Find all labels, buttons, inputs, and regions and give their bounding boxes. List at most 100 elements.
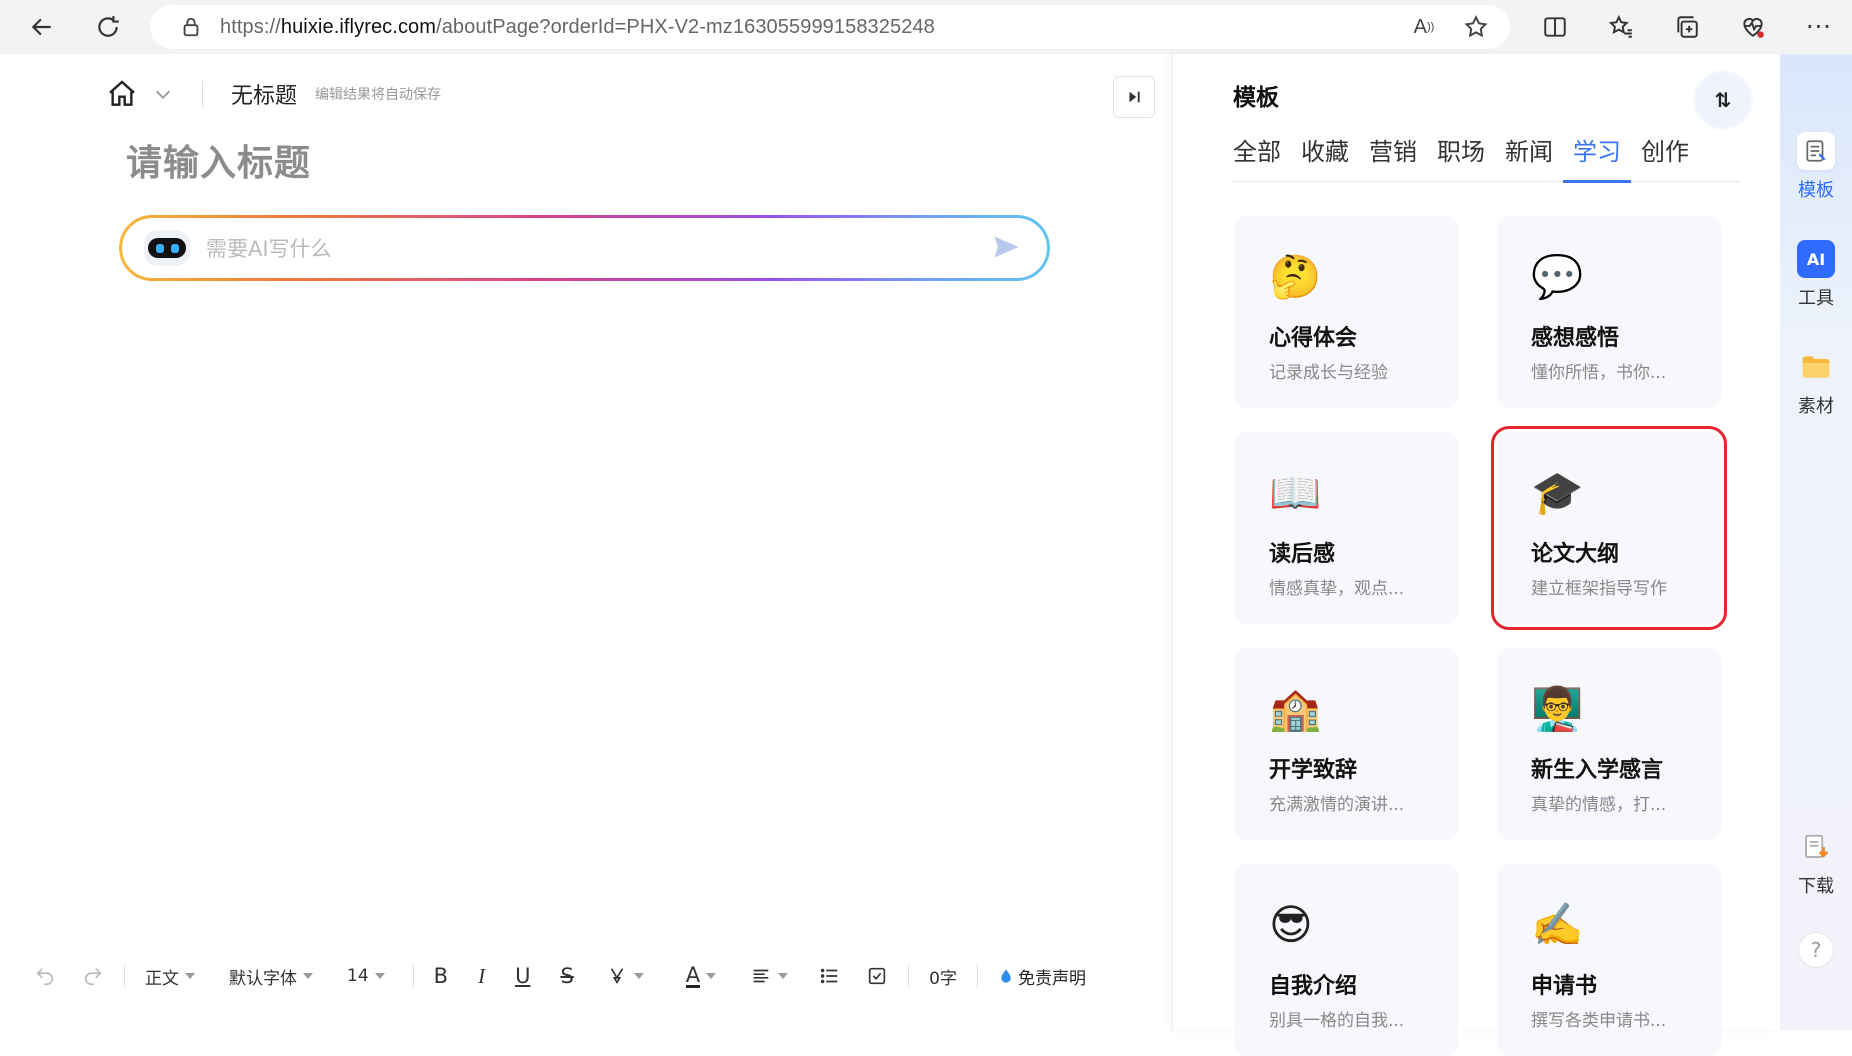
highlighter-icon [610,968,623,985]
send-icon[interactable] [992,233,1020,261]
tab-workplace[interactable]: 职场 [1427,130,1495,182]
align-button[interactable] [742,956,796,996]
collections-icon[interactable] [1664,6,1710,48]
template-tabs: 全部 收藏 营销 职场 新闻 学习 创作 [1233,130,1741,183]
lock-icon[interactable] [180,16,202,38]
strikethrough-button[interactable]: S [552,956,581,996]
template-card-application[interactable]: ✍️ 申请书 撰写各类申请书... [1497,864,1721,1056]
template-card-freshman-speech[interactable]: 👨‍🏫 新生入学感言 真挚的情感，打... [1497,648,1721,840]
collapse-panel-button[interactable] [1113,76,1155,118]
template-name: 心得体会 [1269,326,1358,351]
back-button[interactable] [18,5,66,49]
paragraph-style-select[interactable]: 正文 [137,956,203,996]
template-card-opening-speech[interactable]: 🏫 开学致辞 充满激情的演讲... [1235,648,1459,840]
open-book-icon: 📖 [1269,468,1322,517]
template-desc: 充满激情的演讲... [1269,795,1405,815]
checklist-button[interactable] [858,956,896,996]
template-desc: 真挚的情感，打... [1531,795,1667,815]
font-size-value: 14 [347,966,369,986]
url-text: https://huixie.iflyrec.com/aboutPage?ord… [220,15,935,38]
browser-essentials-icon[interactable] [1730,6,1776,48]
reload-button[interactable] [84,5,132,49]
ai-tool-icon: AI [1797,240,1835,278]
template-desc: 别具一格的自我... [1269,1011,1405,1031]
help-button[interactable]: ? [1798,932,1834,968]
tab-marketing[interactable]: 营销 [1359,130,1427,182]
font-family-value: 默认字体 [229,968,297,989]
font-color-icon: A [685,962,701,988]
tab-creation[interactable]: 创作 [1631,130,1699,182]
tab-news[interactable]: 新闻 [1495,130,1563,182]
sort-icon: ⇅ [1714,88,1732,112]
sidebar-item-materials[interactable]: 素材 [1780,348,1852,418]
template-card-thesis-outline[interactable]: 🎓 论文大纲 建立框架指导写作 [1491,426,1727,630]
editor-topbar: 无标题 编辑结果将自动保存 [106,74,441,114]
template-desc: 记录成长与经验 [1269,363,1388,383]
speech-bubble-icon: 💬 [1531,252,1584,301]
template-name: 新生入学感言 [1531,758,1664,783]
tab-favorites[interactable]: 收藏 [1291,130,1359,182]
template-card-reflection[interactable]: 💬 感想感悟 懂你所悟，书你... [1497,216,1721,408]
redo-button[interactable] [74,956,112,996]
panel-title: 模板 [1233,85,1279,111]
chevron-down-icon[interactable] [152,83,174,105]
home-icon[interactable] [106,78,138,110]
template-name: 感想感悟 [1531,326,1620,351]
bold-button[interactable]: B [426,956,456,996]
sidebar-item-tools[interactable]: AI 工具 [1780,240,1852,310]
sidebar-item-label: 下载 [1798,876,1834,897]
ai-robot-icon [144,230,190,266]
paragraph-style-value: 正文 [145,968,179,989]
word-count: 0字 [929,968,957,989]
tab-study[interactable]: 学习 [1563,130,1631,183]
italic-button[interactable]: I [470,956,493,996]
underline-button[interactable]: U [507,956,538,996]
ai-prompt-input[interactable]: 需要AI写什么 [206,233,332,263]
favorite-star-icon[interactable] [1462,13,1490,41]
highlight-button[interactable] [598,956,652,996]
school-icon: 🏫 [1269,684,1322,733]
sidebar-item-label: 模板 [1798,180,1834,201]
browser-toolbar: https://huixie.iflyrec.com/aboutPage?ord… [0,0,1852,54]
font-color-button[interactable]: A [678,956,724,996]
bullet-list-button[interactable] [810,956,848,996]
document-title[interactable]: 无标题 [231,78,297,110]
read-aloud-icon[interactable]: A)) [1410,13,1438,41]
template-name: 开学致辞 [1269,758,1358,783]
template-card-experience[interactable]: 🤔 心得体会 记录成长与经验 [1235,216,1459,408]
teacher-icon: 👨‍🏫 [1531,684,1584,733]
download-icon [1797,828,1835,866]
address-bar[interactable]: https://huixie.iflyrec.com/aboutPage?ord… [150,5,1510,49]
template-name: 申请书 [1531,974,1598,999]
sidebar-item-label: 工具 [1798,288,1834,309]
disclaimer-link[interactable]: 免责声明 [990,956,1094,996]
template-desc: 情感真挚，观点... [1269,579,1405,599]
refresh-icon [98,16,119,37]
tab-all[interactable]: 全部 [1233,130,1291,182]
sidebar-item-download[interactable]: 下载 [1780,828,1852,898]
undo-icon [36,968,54,986]
align-left-icon [753,969,769,983]
template-card-book-review[interactable]: 📖 读后感 情感真挚，观点... [1235,432,1459,624]
arrow-left-icon [31,18,51,36]
thinking-face-icon: 🤔 [1269,252,1322,301]
sidebar-item-template[interactable]: 模板 [1780,132,1852,202]
template-icon [1797,132,1835,170]
template-name: 读后感 [1269,542,1336,567]
editor-area: 无标题 编辑结果将自动保存 请输入标题 需要AI写什么 正文 默认字体 14 B… [6,54,1172,1024]
template-desc: 懂你所悟，书你... [1531,363,1667,383]
sort-button[interactable]: ⇅ [1695,72,1751,128]
title-input[interactable]: 请输入标题 [126,134,311,186]
favorites-icon[interactable] [1598,6,1644,48]
undo-button[interactable] [26,956,64,996]
split-screen-icon[interactable] [1532,6,1578,48]
writing-hand-icon: ✍️ [1531,900,1584,949]
graduation-cap-icon: 🎓 [1531,468,1584,517]
font-family-select[interactable]: 默认字体 [221,956,321,996]
sunglasses-face-icon: 😎 [1269,900,1313,949]
more-menu-icon[interactable]: ··· [1796,6,1842,48]
divider [202,81,203,107]
format-toolbar: 正文 默认字体 14 B I U S A 0字 免责声明 [26,952,1094,1000]
font-size-select[interactable]: 14 [339,956,393,996]
template-card-self-intro[interactable]: 😎 自我介绍 别具一格的自我... [1235,864,1459,1056]
